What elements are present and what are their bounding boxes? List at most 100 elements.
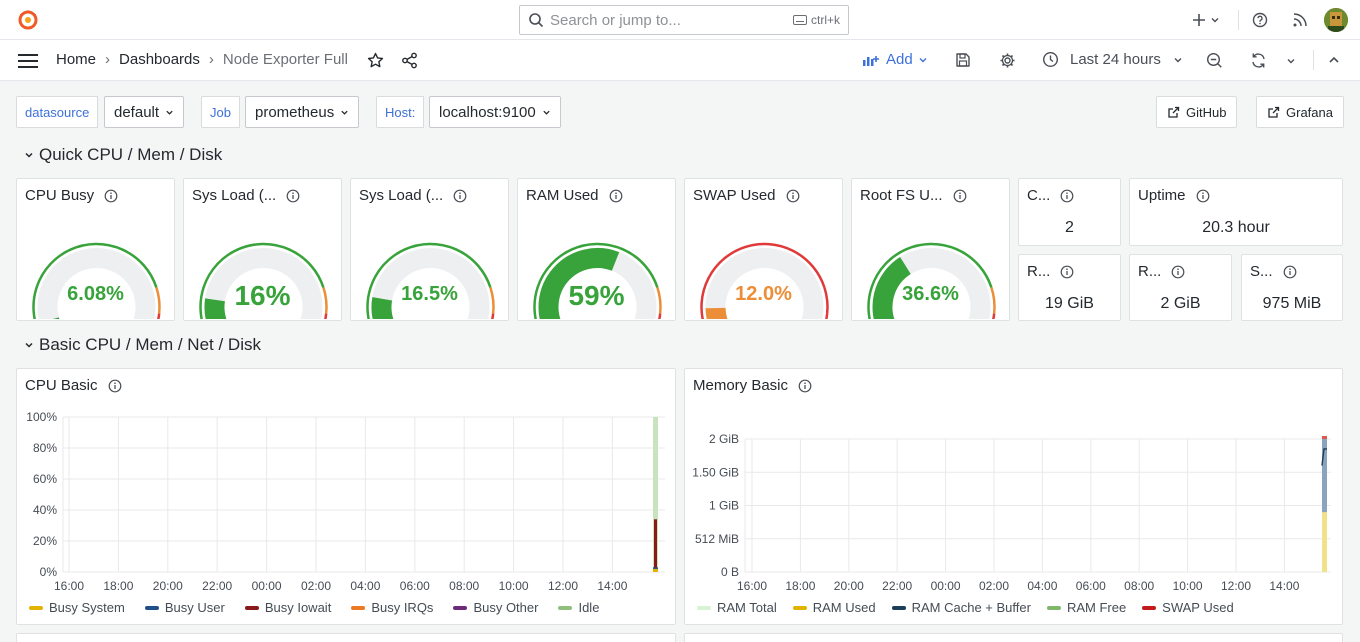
panel-title: CPU Basic xyxy=(25,377,122,394)
news-button[interactable] xyxy=(1290,10,1310,30)
plus-icon xyxy=(1193,14,1205,26)
legend-item[interactable]: Busy Other xyxy=(453,600,538,615)
gauge-panel[interactable]: Sys Load (... 16.5% xyxy=(350,178,509,321)
series-ram-used xyxy=(1322,512,1327,572)
breadcrumb-dashboards[interactable]: Dashboards xyxy=(119,51,200,68)
gauge-panel[interactable]: CPU Busy 6.08% xyxy=(16,178,175,321)
stat-panel-uptime[interactable]: Uptime 20.3 hour xyxy=(1129,178,1343,246)
info-icon[interactable] xyxy=(798,379,812,393)
y-tick-label: 20% xyxy=(33,534,57,548)
x-tick-label: 02:00 xyxy=(979,579,1009,593)
user-avatar[interactable] xyxy=(1324,8,1348,32)
save-dashboard-button[interactable] xyxy=(954,51,972,69)
datasource-variable-label: datasource xyxy=(16,96,99,128)
x-tick-label: 10:00 xyxy=(499,579,529,593)
time-picker-button[interactable]: Last 24 hours xyxy=(1042,51,1183,68)
refresh-button[interactable] xyxy=(1249,51,1267,69)
info-icon[interactable] xyxy=(786,189,800,203)
rss-icon xyxy=(1293,13,1307,27)
x-tick-label: 22:00 xyxy=(202,579,232,593)
breadcrumb-separator: › xyxy=(208,51,214,68)
hamburger-icon xyxy=(18,54,38,68)
legend-item[interactable]: SWAP Used xyxy=(1142,600,1234,615)
panel-title-text: C... xyxy=(1027,187,1051,204)
series-busy-system xyxy=(653,568,658,572)
legend-item[interactable]: RAM Used xyxy=(792,600,876,615)
help-button[interactable] xyxy=(1250,10,1270,30)
gauge-panel[interactable]: Sys Load (... 16% xyxy=(183,178,342,321)
cpu-basic-chart[interactable]: 0% 20% 40% 60% 80% 100% 16:00 18:00 20:00 22:00 00… xyxy=(17,399,677,619)
chevron-down-icon xyxy=(543,110,550,115)
legend-item[interactable]: Busy Iowait xyxy=(244,600,331,615)
legend-item[interactable]: RAM Total xyxy=(697,600,777,615)
info-icon[interactable] xyxy=(286,189,300,203)
info-icon[interactable] xyxy=(1060,265,1074,279)
datasource-variable-select[interactable]: default xyxy=(104,96,185,128)
gauge-panel[interactable]: Root FS U... 36.6% xyxy=(851,178,1010,321)
grafana-logo-icon[interactable] xyxy=(16,8,40,32)
search-shortcut-label: ctrl+k xyxy=(810,13,840,27)
y-tick-label: 40% xyxy=(33,503,57,517)
x-tick-label: 12:00 xyxy=(548,579,578,593)
host-variable-select[interactable]: localhost:9100 xyxy=(429,96,561,128)
row-header-basic[interactable]: Basic CPU / Mem / Net / Disk xyxy=(24,335,261,355)
add-button[interactable]: Add xyxy=(862,51,928,68)
info-icon[interactable] xyxy=(104,189,118,203)
y-tick-label: 1 GiB xyxy=(709,499,739,513)
gauge-panel[interactable]: RAM Used 59% xyxy=(517,178,676,321)
timeseries-panel-memory-basic[interactable]: Memory Basic 0 B 512 MiB 1 GiB 1.50 GiB 2 Gi… xyxy=(684,368,1343,625)
panel-title: R... xyxy=(1138,263,1185,280)
stat-panel-swap-total[interactable]: S... 975 MiB xyxy=(1241,254,1343,321)
search-input[interactable]: Search or jump to... ctrl+k xyxy=(519,5,849,35)
panel-title-text: Sys Load (... xyxy=(359,187,444,204)
grafana-link[interactable]: Grafana xyxy=(1256,96,1344,128)
search-shortcut: ctrl+k xyxy=(792,13,840,27)
host-value: localhost:9100 xyxy=(439,103,536,121)
gauge-value-arc xyxy=(705,307,728,319)
legend-swatch xyxy=(792,605,807,610)
y-tick-label: 80% xyxy=(33,441,57,455)
panel-title-text: Uptime xyxy=(1138,187,1186,204)
github-link[interactable]: GitHub xyxy=(1156,96,1238,128)
refresh-interval-dropdown[interactable] xyxy=(1284,54,1298,68)
stat-panel-ram-total[interactable]: R... 2 GiB xyxy=(1129,254,1232,321)
legend-item[interactable]: RAM Free xyxy=(1046,600,1126,615)
info-icon[interactable] xyxy=(1196,189,1210,203)
info-icon[interactable] xyxy=(1283,265,1297,279)
gauge-value: 59% xyxy=(568,280,625,311)
collapse-toolbar-button[interactable] xyxy=(1326,52,1342,68)
series-busy-iowait xyxy=(654,519,657,572)
info-icon[interactable] xyxy=(953,189,967,203)
legend-item[interactable]: Busy IRQs xyxy=(351,600,433,615)
legend-item[interactable]: Idle xyxy=(558,600,599,615)
info-icon[interactable] xyxy=(1060,189,1074,203)
zoom-out-button[interactable] xyxy=(1205,51,1223,69)
info-icon[interactable] xyxy=(108,379,122,393)
chevron-down-icon xyxy=(1174,57,1182,62)
info-icon[interactable] xyxy=(609,189,623,203)
row-header-quick[interactable]: Quick CPU / Mem / Disk xyxy=(24,145,222,165)
legend-item[interactable]: Busy User xyxy=(144,600,225,615)
breadcrumb-home[interactable]: Home xyxy=(56,51,96,68)
new-menu-button[interactable] xyxy=(1188,10,1224,30)
panel-title-text: Root FS U... xyxy=(860,187,943,204)
divider xyxy=(1238,10,1239,30)
memory-basic-chart[interactable]: 0 B 512 MiB 1 GiB 1.50 GiB 2 GiB 16:00 18:00 20… xyxy=(685,399,1344,619)
star-button[interactable] xyxy=(366,51,384,69)
dashboard-settings-button[interactable] xyxy=(998,51,1016,69)
menu-toggle-button[interactable] xyxy=(16,51,40,71)
share-button[interactable] xyxy=(400,51,418,69)
stat-panel-rootfs-total[interactable]: R... 19 GiB xyxy=(1018,254,1121,321)
stat-panel-cores[interactable]: C... 2 xyxy=(1018,178,1121,246)
info-icon[interactable] xyxy=(453,189,467,203)
gauge-panel[interactable]: SWAP Used 12.0% xyxy=(684,178,843,321)
legend-label: Busy User xyxy=(164,600,225,615)
legend-item[interactable]: RAM Cache + Buffer xyxy=(891,600,1031,615)
help-icon xyxy=(1252,12,1268,28)
job-variable-select[interactable]: prometheus xyxy=(245,96,360,128)
gauge-value: 12.0% xyxy=(735,283,792,305)
timeseries-panel-cpu-basic[interactable]: CPU Basic 0% 20% 40% 60% 80% 100% 16:00 18:00 20… xyxy=(16,368,676,625)
x-tick-label: 08:00 xyxy=(449,579,479,593)
legend-item[interactable]: Busy System xyxy=(29,600,125,615)
info-icon[interactable] xyxy=(1171,265,1185,279)
